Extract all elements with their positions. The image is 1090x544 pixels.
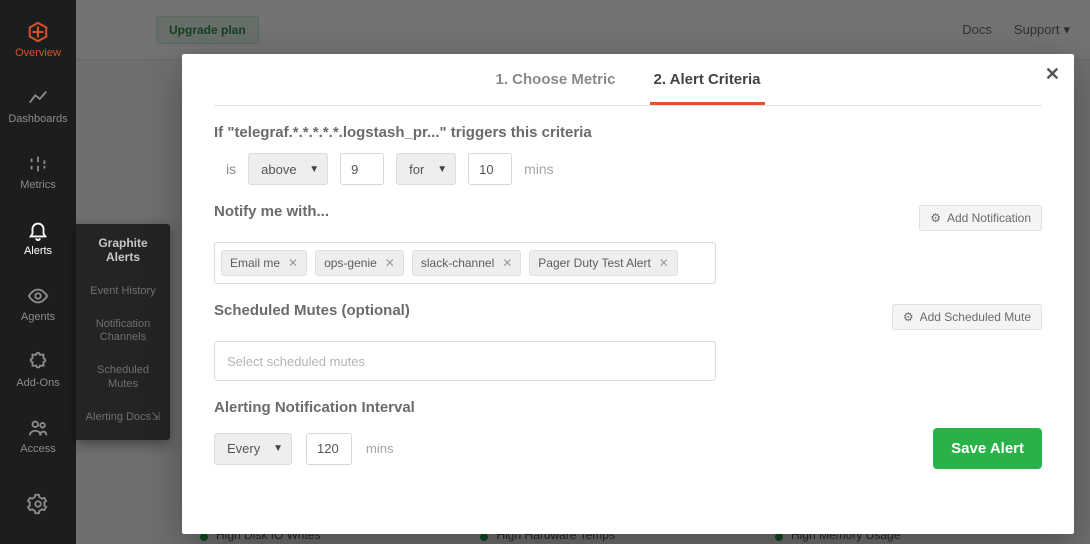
interval-mode-select[interactable]: Every ▼: [214, 433, 292, 465]
remove-chip-icon[interactable]: ✕: [502, 256, 512, 270]
gear-icon: [27, 493, 49, 515]
metrics-icon: [27, 153, 49, 175]
chip-label: Email me: [230, 256, 280, 270]
interval-value-input[interactable]: [306, 433, 352, 465]
submenu-item-event-history[interactable]: Event History: [76, 275, 170, 308]
remove-chip-icon[interactable]: ✕: [659, 256, 669, 270]
submenu-title: Graphite Alerts: [76, 230, 170, 275]
notification-chipbox[interactable]: Email me ✕ ops-genie ✕ slack-channel ✕ P…: [214, 242, 716, 284]
chip-pagerduty-test[interactable]: Pager Duty Test Alert ✕: [529, 250, 678, 276]
sidebar-item-label: Dashboards: [8, 113, 67, 125]
tab-choose-metric[interactable]: 1. Choose Metric: [491, 57, 619, 105]
left-sidebar: Overview Dashboards Metrics Alerts Agent…: [0, 0, 76, 544]
chevron-down-icon: ▼: [309, 164, 319, 175]
modal-tabs: 1. Choose Metric 2. Alert Criteria: [214, 54, 1042, 106]
save-alert-button[interactable]: Save Alert: [933, 428, 1042, 469]
sidebar-item-dashboards[interactable]: Dashboards: [0, 74, 76, 138]
criteria-duration-input[interactable]: [468, 153, 512, 185]
chevron-down-icon: ▼: [273, 443, 283, 454]
submenu-item-alerting-docs[interactable]: Alerting Docs⇲: [76, 401, 170, 434]
criteria-comparator-select[interactable]: above ▼: [248, 153, 328, 185]
add-notification-button[interactable]: ⚙ Add Notification: [919, 205, 1042, 231]
chip-label: ops-genie: [324, 256, 377, 270]
alert-criteria-modal: ✕ 1. Choose Metric 2. Alert Criteria If …: [182, 54, 1074, 534]
interval-heading: Alerting Notification Interval: [214, 399, 1042, 416]
sidebar-item-label: Overview: [15, 47, 61, 59]
criteria-value-input[interactable]: [340, 153, 384, 185]
close-icon[interactable]: ✕: [1045, 64, 1060, 85]
criteria-is-label: is: [226, 161, 236, 177]
scheduled-mutes-select[interactable]: Select scheduled mutes: [214, 341, 716, 381]
gear-icon: ⚙: [903, 310, 914, 324]
chip-slack-channel[interactable]: slack-channel ✕: [412, 250, 521, 276]
sidebar-item-label: Access: [20, 443, 55, 455]
remove-chip-icon[interactable]: ✕: [385, 256, 395, 270]
brand-hex-icon: [27, 21, 49, 43]
bell-icon: [27, 219, 49, 241]
submenu-item-notification-channels[interactable]: Notification Channels: [76, 308, 170, 354]
gear-icon: ⚙: [930, 211, 941, 225]
sidebar-item-settings[interactable]: [0, 472, 76, 536]
sidebar-item-label: Agents: [21, 311, 55, 323]
criteria-comparator-value: above: [261, 162, 296, 177]
sidebar-item-addons[interactable]: Add-Ons: [0, 338, 76, 402]
chevron-down-icon: ▼: [437, 164, 447, 175]
sidebar-item-label: Metrics: [20, 179, 55, 191]
sidebar-item-label: Add-Ons: [16, 377, 59, 389]
puzzle-icon: [27, 351, 49, 373]
sidebar-item-alerts[interactable]: Alerts: [0, 206, 76, 270]
submenu-item-scheduled-mutes[interactable]: Scheduled Mutes: [76, 354, 170, 400]
interval-unit: mins: [366, 441, 393, 456]
interval-mode-value: Every: [227, 441, 260, 456]
chip-label: Pager Duty Test Alert: [538, 256, 651, 270]
chip-email-me[interactable]: Email me ✕: [221, 250, 307, 276]
eye-icon: [27, 285, 49, 307]
criteria-for-select[interactable]: for ▼: [396, 153, 456, 185]
users-icon: [27, 417, 49, 439]
add-notification-label: Add Notification: [947, 211, 1031, 225]
tab-alert-criteria[interactable]: 2. Alert Criteria: [650, 57, 765, 105]
chip-label: slack-channel: [421, 256, 494, 270]
chip-ops-genie[interactable]: ops-genie ✕: [315, 250, 404, 276]
sidebar-item-overview[interactable]: Overview: [0, 8, 76, 72]
notify-heading: Notify me with...: [214, 203, 329, 220]
remove-chip-icon[interactable]: ✕: [288, 256, 298, 270]
dashboards-icon: [27, 87, 49, 109]
add-scheduled-mute-label: Add Scheduled Mute: [920, 310, 1031, 324]
mutes-heading: Scheduled Mutes (optional): [214, 302, 410, 319]
sidebar-item-access[interactable]: Access: [0, 404, 76, 468]
add-scheduled-mute-button[interactable]: ⚙ Add Scheduled Mute: [892, 304, 1042, 330]
sidebar-item-agents[interactable]: Agents: [0, 272, 76, 336]
sidebar-item-label: Alerts: [24, 245, 52, 257]
scheduled-mutes-placeholder: Select scheduled mutes: [227, 354, 365, 369]
sidebar-item-metrics[interactable]: Metrics: [0, 140, 76, 204]
alerts-submenu: Graphite Alerts Event History Notificati…: [76, 224, 170, 440]
criteria-duration-unit: mins: [524, 161, 554, 177]
criteria-for-value: for: [409, 162, 424, 177]
trigger-heading: If "telegraf.*.*.*.*.*.logstash_pr..." t…: [214, 124, 1042, 141]
